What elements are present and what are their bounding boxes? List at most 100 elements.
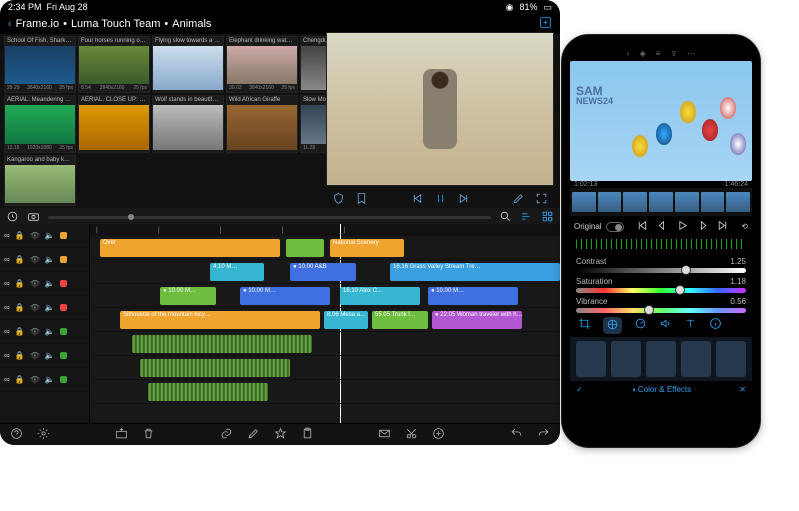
adjust-slider[interactable] xyxy=(576,288,746,293)
color-tab-icon[interactable] xyxy=(603,317,622,334)
link-icon[interactable]: ∞ xyxy=(4,303,10,312)
audio-icon[interactable] xyxy=(659,317,672,334)
lock-icon[interactable]: 🔒 xyxy=(15,303,25,312)
timeline-clip[interactable]: ● 10.00 M… xyxy=(160,287,216,305)
timeline-clip[interactable] xyxy=(286,239,324,257)
lock-icon[interactable]: 🔒 xyxy=(15,375,25,384)
adjust-slider[interactable] xyxy=(576,308,746,313)
close-icon[interactable]: ✕ xyxy=(739,385,746,394)
crop-icon[interactable] xyxy=(578,317,591,334)
timeline-clip[interactable]: ● 22.05 Woman traveler with h… xyxy=(432,311,522,329)
track-header[interactable]: ∞ 🔒 👁 🔈 xyxy=(0,272,89,296)
adjust-slider[interactable] xyxy=(576,268,746,273)
crumb-2[interactable]: Animals xyxy=(172,18,211,30)
link-icon[interactable]: ∞ xyxy=(4,327,10,336)
frame-back-icon[interactable] xyxy=(656,219,669,234)
history-icon[interactable] xyxy=(6,210,19,225)
eye-icon[interactable]: 👁 xyxy=(30,327,40,336)
eye-icon[interactable]: 👁 xyxy=(30,375,40,384)
timeline-lane[interactable] xyxy=(90,332,560,356)
speaker-icon[interactable]: 🔈 xyxy=(45,255,55,264)
speaker-icon[interactable]: 🔈 xyxy=(45,327,55,336)
preset-tile[interactable] xyxy=(681,341,711,377)
info-icon[interactable] xyxy=(709,317,722,334)
speaker-icon[interactable]: 🔈 xyxy=(45,375,55,384)
skip-end-icon[interactable] xyxy=(716,219,729,234)
audio-clip[interactable] xyxy=(148,383,268,401)
preset-strip[interactable] xyxy=(570,336,752,381)
breadcrumb[interactable]: ‹ Frame.io • Luma Touch Team • Animals xyxy=(0,14,560,34)
lock-icon[interactable]: 🔒 xyxy=(15,351,25,360)
track-header[interactable]: ∞ 🔒 👁 🔈 xyxy=(0,320,89,344)
lock-icon[interactable]: 🔒 xyxy=(15,231,25,240)
link-icon[interactable]: ∞ xyxy=(4,375,10,384)
speed-icon[interactable] xyxy=(634,317,647,334)
lock-icon[interactable]: 🔒 xyxy=(15,255,25,264)
timeline-clip[interactable]: Over xyxy=(100,239,280,257)
envelope-icon[interactable] xyxy=(378,427,391,442)
help-icon[interactable] xyxy=(10,427,23,442)
text-icon[interactable] xyxy=(684,317,697,334)
link-icon[interactable]: ∞ xyxy=(4,255,10,264)
timeline-clip[interactable]: ● 10.00 M… xyxy=(240,287,330,305)
eye-icon[interactable]: 👁 xyxy=(30,303,40,312)
slider-knob[interactable] xyxy=(675,285,685,295)
track-header[interactable]: ∞ 🔒 👁 🔈 xyxy=(0,224,89,248)
timeline-clip[interactable]: 4.10 M… xyxy=(210,263,264,281)
loop-icon[interactable]: ⟲ xyxy=(741,222,748,231)
link-icon[interactable] xyxy=(220,427,233,442)
shield-icon[interactable] xyxy=(332,192,345,207)
speaker-icon[interactable]: 🔈 xyxy=(45,231,55,240)
media-thumb[interactable]: Flying slow towards a f… xyxy=(152,36,224,93)
toggle-icon[interactable] xyxy=(606,222,624,232)
timeline-lane[interactable]: 4.10 M… ● 10.00 A&B 16.16 Grass Valley Str… xyxy=(90,260,560,284)
time-ruler[interactable]: ||||| xyxy=(90,224,560,236)
slider-knob[interactable] xyxy=(681,265,691,275)
eye-icon[interactable]: 👁 xyxy=(30,231,40,240)
preset-tile[interactable] xyxy=(576,341,606,377)
trash-icon[interactable] xyxy=(142,427,155,442)
link-icon[interactable]: ∞ xyxy=(4,279,10,288)
timeline-clip[interactable]: 18.10 Alex C… xyxy=(340,287,420,305)
media-thumb[interactable]: Four horses running o… 8.543840x216025 f… xyxy=(78,36,150,93)
skip-start-icon[interactable] xyxy=(636,219,649,234)
tracks-area[interactable]: ||||| OverNational Scenery 4.10 M… ● 10.00… xyxy=(90,224,560,423)
frame-fwd-icon[interactable] xyxy=(696,219,709,234)
timeline-lane[interactable] xyxy=(90,380,560,404)
fullscreen-icon[interactable] xyxy=(535,192,548,207)
pencil-icon[interactable] xyxy=(247,427,260,442)
timeline-clip[interactable]: 8.06 Mesa a… xyxy=(324,311,368,329)
skip-back-icon[interactable] xyxy=(411,192,424,207)
media-thumb[interactable]: School Of Fish, Shark… 29.293840x216025 … xyxy=(4,36,76,93)
eye-icon[interactable]: 👁 xyxy=(30,351,40,360)
clipboard-icon[interactable] xyxy=(301,427,314,442)
speaker-icon[interactable]: 🔈 xyxy=(45,351,55,360)
marker-icon[interactable] xyxy=(355,192,368,207)
check-icon[interactable]: ✓ xyxy=(576,385,583,394)
speaker-icon[interactable]: 🔈 xyxy=(45,303,55,312)
lock-icon[interactable]: 🔒 xyxy=(15,279,25,288)
audio-clip[interactable] xyxy=(132,335,312,353)
preset-tile[interactable] xyxy=(716,341,746,377)
track-header[interactable]: ∞ 🔒 👁 🔈 xyxy=(0,296,89,320)
link-icon[interactable]: ∞ xyxy=(4,231,10,240)
camera-icon[interactable] xyxy=(27,210,40,225)
crumb-1[interactable]: Luma Touch Team xyxy=(71,18,160,30)
cut-icon[interactable] xyxy=(405,427,418,442)
timeline-clip[interactable]: ● 10.00 M… xyxy=(428,287,518,305)
pause-icon[interactable] xyxy=(434,192,447,207)
timeline-clip[interactable]: Silhouette of the mountain bicy… xyxy=(120,311,320,329)
star-icon[interactable] xyxy=(274,427,287,442)
redo-icon[interactable] xyxy=(537,427,550,442)
timeline-clip[interactable]: ● 10.00 A&B xyxy=(290,263,356,281)
scrub-slider[interactable] xyxy=(48,216,491,219)
timeline-clip[interactable]: 16.16 Grass Valley Stream Tre… xyxy=(390,263,560,281)
audio-clip[interactable] xyxy=(140,359,290,377)
link-icon[interactable]: ∞ xyxy=(4,351,10,360)
media-thumb[interactable]: Wild African Giraffe xyxy=(226,95,298,152)
slider-knob[interactable] xyxy=(644,305,654,315)
undo-icon[interactable] xyxy=(510,427,523,442)
preset-tile[interactable] xyxy=(611,341,641,377)
timeline-lane[interactable]: OverNational Scenery xyxy=(90,236,560,260)
timeline-lane[interactable]: ● 10.00 M… ● 10.00 M… 18.10 Alex C… ● 10.00… xyxy=(90,284,560,308)
